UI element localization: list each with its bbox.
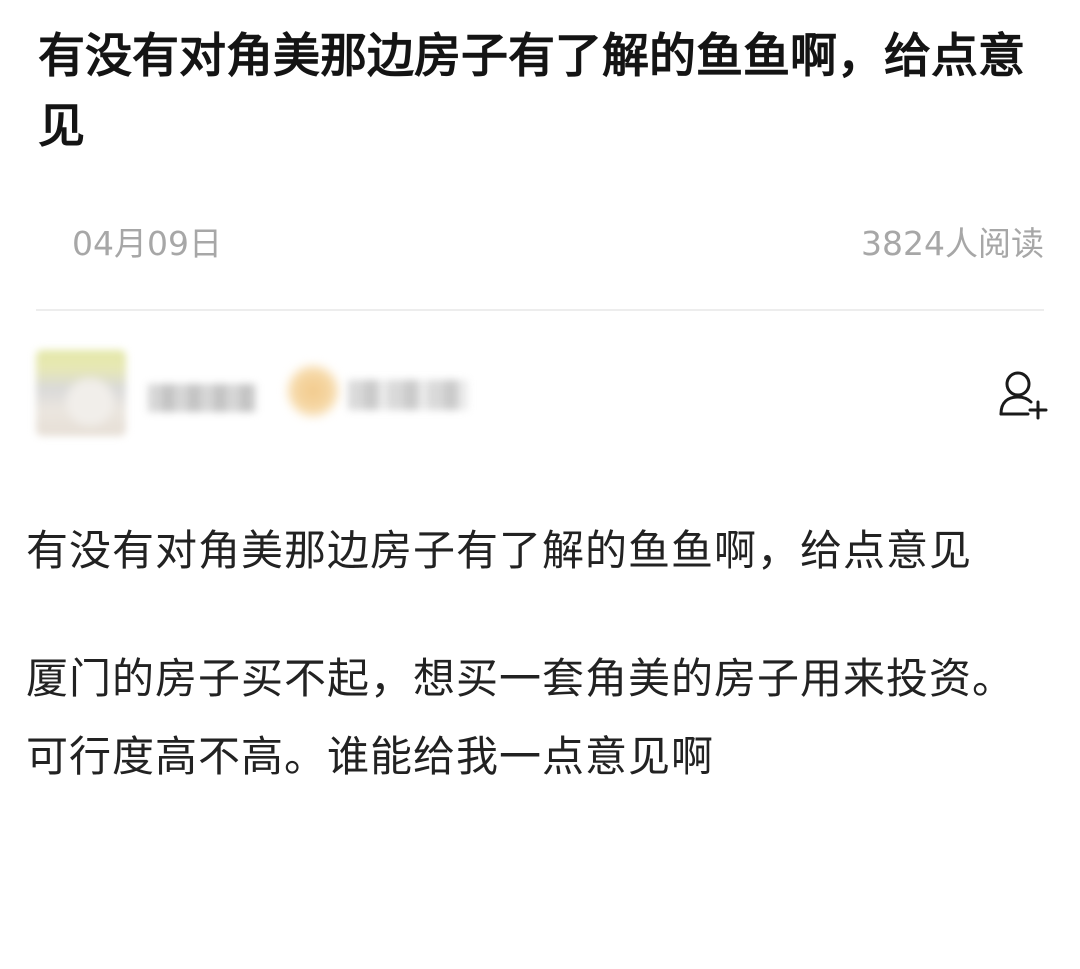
badge-label-blurred bbox=[348, 380, 468, 410]
divider bbox=[36, 309, 1044, 311]
body-paragraph: 厦门的房子买不起，想买一套角美的房子用来投资。可行度高不高。谁能给我一点意见啊 bbox=[26, 654, 1016, 781]
author-row bbox=[26, 350, 1054, 440]
author-name-blurred[interactable] bbox=[148, 384, 256, 412]
avatar[interactable] bbox=[36, 350, 126, 436]
avatar-face bbox=[66, 378, 114, 426]
body-paragraph: 有没有对角美那边房子有了解的鱼鱼啊，给点意见 bbox=[26, 526, 973, 575]
post-meta: 04月09日 3824人阅读 bbox=[72, 218, 1044, 264]
post-body: 有没有对角美那边房子有了解的鱼鱼啊，给点意见 厦门的房子买不起，想买一套角美的房… bbox=[26, 512, 1056, 846]
view-count: 3824人阅读 bbox=[861, 224, 1044, 263]
add-user-icon bbox=[999, 371, 1048, 420]
follow-button[interactable] bbox=[998, 368, 1050, 422]
post-title: 有没有对角美那边房子有了解的鱼鱼啊，给点意见 bbox=[38, 29, 1025, 154]
level-badge-icon bbox=[288, 366, 338, 416]
post-date: 04月09日 bbox=[72, 224, 222, 263]
